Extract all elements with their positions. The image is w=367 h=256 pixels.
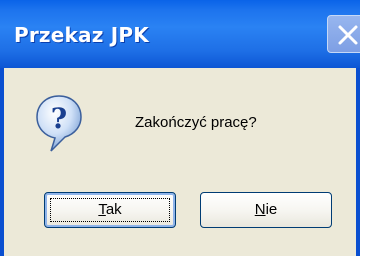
yes-button-mnemonic: T [98, 201, 106, 218]
yes-button-label: Tak [98, 201, 121, 218]
question-icon: ? [36, 95, 82, 152]
no-button-label-rest: ie [265, 201, 278, 218]
yes-button-label-rest: ak [105, 201, 122, 218]
no-button-label: Nie [255, 201, 278, 218]
yes-button[interactable]: Tak [44, 192, 176, 228]
window-border-left [0, 68, 4, 256]
no-button[interactable]: Nie [200, 192, 332, 228]
close-button[interactable] [327, 15, 360, 53]
dialog-title: Przekaz JPK [14, 23, 149, 47]
no-button-mnemonic: N [254, 201, 266, 218]
title-bar[interactable]: Przekaz JPK [0, 0, 360, 68]
close-icon [338, 25, 358, 45]
svg-text:?: ? [51, 102, 67, 135]
dialog-window: Przekaz JPK ? Zakończyć pracę? Tak Nie [0, 0, 360, 256]
window-border-right [356, 68, 360, 256]
dialog-message: Zakończyć pracę? [135, 114, 257, 131]
